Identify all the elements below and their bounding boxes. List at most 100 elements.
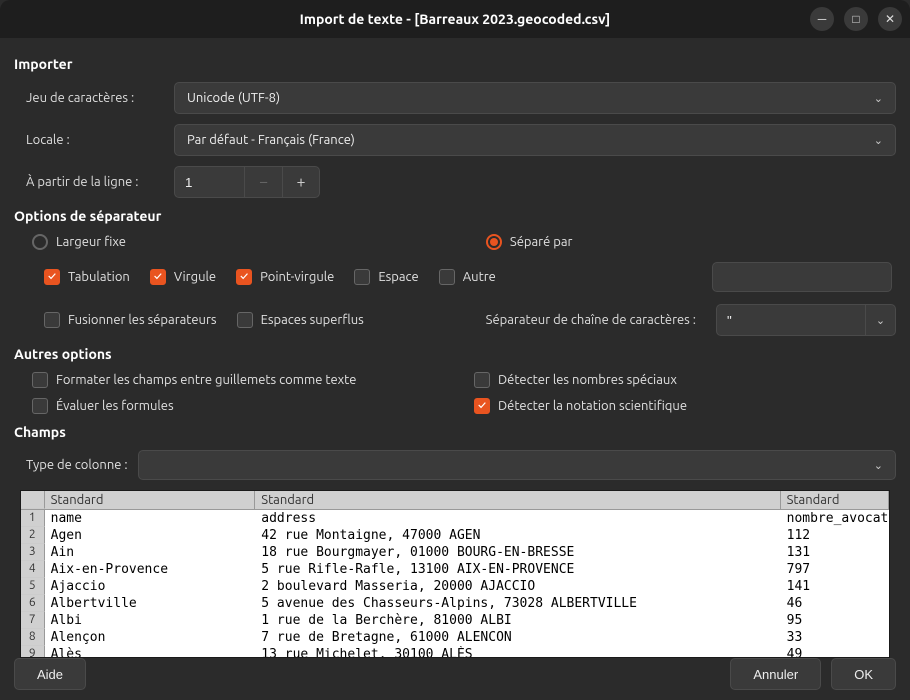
charset-dropdown[interactable]: Unicode (UTF-8) ⌄ [174, 82, 896, 114]
section-separator: Options de séparateur [14, 208, 896, 224]
coltype-label: Type de colonne : [26, 458, 128, 472]
cell[interactable]: 1 rue de la Berchère, 81000 ALBI [255, 612, 780, 629]
radio-icon [486, 234, 502, 250]
row-number: 2 [21, 527, 45, 544]
col-header[interactable]: Standard [781, 491, 889, 509]
check-merge[interactable]: Fusionner les séparateurs [44, 312, 217, 328]
check-detect-scientific[interactable]: Détecter la notation scientifique [474, 398, 896, 414]
check-space[interactable]: Espace [354, 269, 418, 285]
checkbox-icon [236, 269, 252, 285]
coltype-dropdown[interactable]: ⌄ [138, 450, 896, 480]
cell[interactable]: 7 rue de Bretagne, 61000 ALENCON [255, 629, 780, 646]
spinner-plus-button[interactable]: + [282, 166, 320, 198]
cell[interactable]: Ajaccio [45, 578, 256, 595]
row-number: 3 [21, 544, 45, 561]
table-row: 5Ajaccio2 boulevard Masseria, 20000 AJAC… [21, 578, 889, 595]
radio-fixed-width[interactable]: Largeur fixe [32, 234, 126, 250]
checkbox-icon [354, 269, 370, 285]
cancel-button[interactable]: Annuler [730, 658, 821, 690]
radio-icon [32, 234, 48, 250]
cell[interactable]: Albertville [45, 595, 256, 612]
checkbox-icon [150, 269, 166, 285]
chevron-down-icon: ⌄ [874, 134, 883, 147]
close-button[interactable]: ✕ [878, 7, 902, 31]
col-header[interactable]: Standard [45, 491, 256, 509]
row-number: 6 [21, 595, 45, 612]
strdelim-label: Séparateur de chaîne de caractères : [486, 313, 696, 327]
cell[interactable]: 131 [781, 544, 889, 561]
cell[interactable]: Alençon [45, 629, 256, 646]
strdelim-input[interactable] [716, 304, 866, 336]
chevron-down-icon: ⌄ [874, 92, 883, 105]
checkbox-icon [474, 372, 490, 388]
cell[interactable]: 42 rue Montaigne, 47000 AGEN [255, 527, 780, 544]
check-quoted-as-text[interactable]: Formater les champs entre guillemets com… [32, 372, 454, 388]
cell[interactable]: name [45, 510, 256, 527]
chevron-down-icon: ⌄ [876, 314, 885, 327]
footer: Aide Annuler OK [0, 648, 910, 700]
spinner-minus-button[interactable]: − [244, 166, 282, 198]
check-other[interactable]: Autre [439, 269, 496, 285]
preview-table[interactable]: Standard Standard Standard 1nameaddressn… [20, 490, 890, 658]
cell[interactable]: 2 boulevard Masseria, 20000 AJACCIO [255, 578, 780, 595]
check-detect-special[interactable]: Détecter les nombres spéciaux [474, 372, 896, 388]
row-number: 5 [21, 578, 45, 595]
row-number: 4 [21, 561, 45, 578]
charset-label: Jeu de caractères : [14, 91, 164, 105]
cell[interactable]: 141 [781, 578, 889, 595]
row-number: 8 [21, 629, 45, 646]
row-number: 7 [21, 612, 45, 629]
cell[interactable]: Agen [45, 527, 256, 544]
checkbox-icon [474, 398, 490, 414]
cell[interactable]: 95 [781, 612, 889, 629]
locale-value: Par défaut - Français (France) [187, 133, 355, 147]
check-eval-formulas[interactable]: Évaluer les formules [32, 398, 454, 414]
cell[interactable]: 33 [781, 629, 889, 646]
table-row: 6Albertville5 avenue des Chasseurs-Alpin… [21, 595, 889, 612]
checkbox-icon [32, 398, 48, 414]
window-title: Import de texte - [Barreaux 2023.geocode… [300, 11, 611, 27]
row-number: 1 [21, 510, 45, 527]
table-row: 7Albi1 rue de la Berchère, 81000 ALBI95 [21, 612, 889, 629]
cell[interactable]: Albi [45, 612, 256, 629]
radio-fixed-width-label: Largeur fixe [56, 235, 126, 249]
col-header[interactable]: Standard [255, 491, 780, 509]
checkbox-icon [439, 269, 455, 285]
section-fields: Champs [14, 424, 896, 440]
preview-header: Standard Standard Standard [21, 491, 889, 510]
check-tab[interactable]: Tabulation [44, 269, 130, 285]
checkbox-icon [32, 372, 48, 388]
titlebar: Import de texte - [Barreaux 2023.geocode… [0, 0, 910, 38]
cell[interactable]: 797 [781, 561, 889, 578]
cell[interactable]: 112 [781, 527, 889, 544]
checkbox-icon [237, 312, 253, 328]
table-row: 2Agen42 rue Montaigne, 47000 AGEN112 [21, 527, 889, 544]
radio-separated-by[interactable]: Séparé par [486, 234, 573, 250]
section-other-options: Autres options [14, 346, 896, 362]
locale-dropdown[interactable]: Par défaut - Français (France) ⌄ [174, 124, 896, 156]
ok-button[interactable]: OK [831, 658, 896, 690]
cell[interactable]: 5 avenue des Chasseurs-Alpins, 73028 ALB… [255, 595, 780, 612]
cell[interactable]: Ain [45, 544, 256, 561]
charset-value: Unicode (UTF-8) [187, 91, 280, 105]
table-row: 1nameaddressnombre_avocat [21, 510, 889, 527]
maximize-button[interactable]: □ [844, 7, 868, 31]
cell[interactable]: Aix-en-Provence [45, 561, 256, 578]
minimize-button[interactable]: ─ [810, 7, 834, 31]
check-semicolon[interactable]: Point-virgule [236, 269, 334, 285]
check-comma[interactable]: Virgule [150, 269, 216, 285]
strdelim-dropdown-button[interactable]: ⌄ [866, 304, 896, 336]
help-button[interactable]: Aide [14, 658, 86, 690]
cell[interactable]: 5 rue Rifle-Rafle, 13100 AIX-EN-PROVENCE [255, 561, 780, 578]
chevron-down-icon: ⌄ [874, 459, 883, 472]
locale-label: Locale : [14, 133, 164, 147]
table-row: 3Ain18 rue Bourgmayer, 01000 BOURG-EN-BR… [21, 544, 889, 561]
cell[interactable]: 46 [781, 595, 889, 612]
cell[interactable]: address [255, 510, 780, 527]
fromline-input[interactable] [174, 166, 244, 198]
radio-separated-label: Séparé par [510, 235, 573, 249]
cell[interactable]: 18 rue Bourgmayer, 01000 BOURG-EN-BRESSE [255, 544, 780, 561]
cell[interactable]: nombre_avocat [781, 510, 889, 527]
other-input[interactable] [712, 262, 892, 292]
check-trim[interactable]: Espaces superflus [237, 312, 364, 328]
